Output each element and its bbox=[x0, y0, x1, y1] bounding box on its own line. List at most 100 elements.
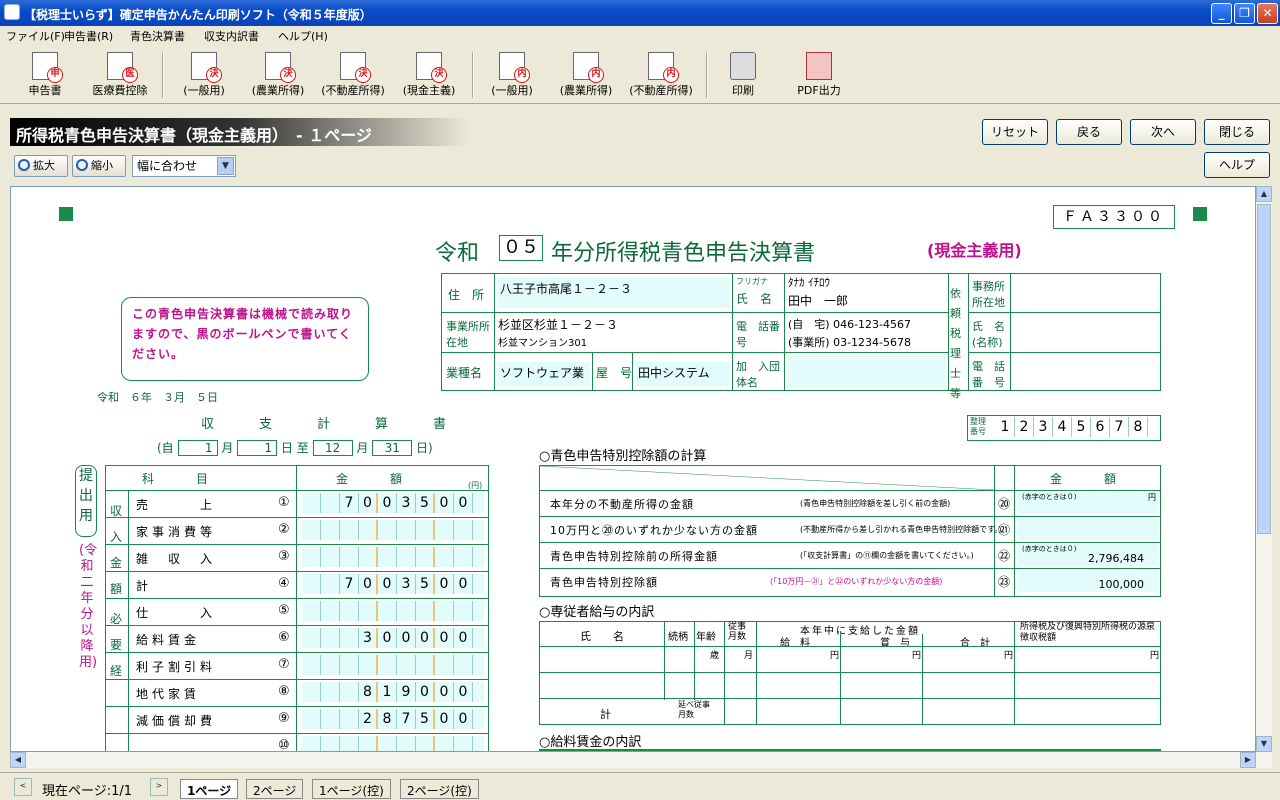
prev-page-button[interactable]: < bbox=[14, 778, 32, 796]
toolbar-separator bbox=[706, 52, 708, 98]
close-button[interactable]: 閉じる bbox=[1204, 119, 1270, 145]
income-amount-field[interactable]: 819000 bbox=[302, 682, 484, 702]
diagonal-line bbox=[540, 466, 994, 490]
menu-shushi[interactable]: 収支内訳書 bbox=[204, 28, 259, 44]
income-row-number: ② bbox=[278, 522, 290, 537]
addr-label: 住 所 bbox=[448, 288, 485, 302]
blue-row-label: 本年分の不動産所得の金額 bbox=[550, 498, 694, 511]
income-row-number: ⑥ bbox=[278, 630, 290, 645]
menu-file[interactable]: ファイル(F) bbox=[6, 28, 65, 44]
blue-row-note: (「収支計算書」の⑪欄の金額を書いてください。) bbox=[800, 551, 974, 560]
title-prefix: 令和 bbox=[435, 241, 480, 266]
income-amount-field[interactable]: 7003500 bbox=[302, 574, 484, 594]
tel-home-field[interactable]: (自 宅) 046-123-4567 bbox=[788, 316, 911, 332]
form-code: ＦＡ３３００ bbox=[1053, 205, 1175, 229]
zoom-out-icon bbox=[76, 159, 88, 171]
toolbar-button-kessan-fudousan[interactable]: 決 (不動産所得) bbox=[316, 48, 390, 102]
shop-name-field[interactable]: 田中システム bbox=[636, 362, 730, 386]
business-type-field[interactable]: ソフトウェア業 bbox=[498, 362, 590, 386]
scroll-up-icon[interactable]: ▲ bbox=[1256, 186, 1272, 202]
address-field[interactable]: 八王子市高尾１－２－３ bbox=[498, 278, 730, 308]
kessan-genkin-icon: 決 bbox=[416, 52, 447, 83]
form-title: 年分所得税青色申告決算書 bbox=[551, 241, 816, 266]
toolbar-button-uchiwake-fudousan[interactable]: 内 (不動産所得) bbox=[624, 48, 698, 102]
seiri-digit: 4 bbox=[1053, 417, 1072, 437]
office-address-field[interactable]: 杉並区杉並１－２－３ bbox=[498, 316, 618, 333]
tab-page1-copy[interactable]: 1ページ(控) bbox=[312, 779, 391, 799]
uchiwake-fudousan-icon: 内 bbox=[648, 52, 679, 83]
menu-bar: ファイル(F) 申告書(R) 青色決算書 収支内訳書 ヘルプ(H) bbox=[0, 26, 1280, 44]
vertical-scrollbar[interactable]: ▲ ▼ bbox=[1256, 186, 1272, 752]
tab-page1[interactable]: 1ページ bbox=[180, 779, 239, 799]
blue-row-label: 青色申告特別控除額 bbox=[550, 576, 658, 589]
toolbar-button-shinkoku[interactable]: 申申告書 bbox=[20, 48, 70, 102]
zoom-in-button[interactable]: 拡大 bbox=[14, 155, 68, 177]
menu-shinkoku[interactable]: 申告書(R) bbox=[64, 28, 113, 44]
menu-aoiro[interactable]: 青色決算書 bbox=[130, 28, 185, 44]
tel-office-field[interactable]: (事業所) 03-1234-5678 bbox=[788, 334, 911, 350]
minimize-button[interactable]: _ bbox=[1211, 3, 1232, 24]
next-page-button[interactable]: > bbox=[150, 778, 168, 796]
reset-button[interactable]: リセット bbox=[982, 119, 1048, 145]
toolbar-button-kessan-ippan[interactable]: 決 (一般用) bbox=[176, 48, 232, 102]
income-amount-field[interactable]: 287500 bbox=[302, 709, 484, 729]
income-amount-field[interactable] bbox=[302, 655, 484, 675]
tab-page2[interactable]: 2ページ bbox=[246, 779, 304, 799]
tab-page2-copy[interactable]: 2ページ(控) bbox=[400, 779, 479, 799]
document-view: ＦＡ３３００ 令和 ０５ 年分所得税青色申告決算書 (現金主義用) この青色申告… bbox=[10, 186, 1256, 752]
toolbar-button-kessan-genkin[interactable]: 決 (現金主義) bbox=[396, 48, 462, 102]
scroll-down-icon[interactable]: ▼ bbox=[1256, 736, 1272, 752]
name-field[interactable]: 田中 一郎 bbox=[788, 292, 848, 309]
chevron-down-icon[interactable]: ▼ bbox=[217, 157, 234, 175]
close-window-button[interactable]: ✕ bbox=[1257, 3, 1278, 24]
toolbar-button-pdf[interactable]: PDF出力 bbox=[792, 48, 846, 102]
income-row-label: 地代家賃 bbox=[136, 687, 201, 701]
income-amount-field[interactable] bbox=[302, 520, 484, 540]
blue-hint: (赤字のときは０) bbox=[1022, 545, 1077, 553]
scroll-right-icon[interactable]: ▶ bbox=[1240, 752, 1256, 768]
blue-deduction-table: 金 額 本年分の不動産所得の金額 (青色申告特別控除額を差し引く前の金額) ⑳ (赤字… bbox=[539, 465, 1161, 597]
income-row-label: 仕 入 bbox=[136, 606, 217, 620]
blue-unit: 円 bbox=[1148, 493, 1156, 502]
back-button[interactable]: 戻る bbox=[1056, 119, 1122, 145]
scroll-thumb[interactable] bbox=[1257, 204, 1271, 534]
uchiwake-ippan-icon: 内 bbox=[499, 52, 530, 83]
scroll-left-icon[interactable]: ◀ bbox=[10, 752, 26, 768]
income-amount-field[interactable] bbox=[302, 547, 484, 567]
seiri-digit: 6 bbox=[1091, 417, 1110, 437]
income-row-number: ⑧ bbox=[278, 684, 290, 699]
income-row-label: 雑 収 入 bbox=[136, 552, 217, 566]
year-field[interactable]: ０５ bbox=[499, 235, 543, 261]
corner-mark bbox=[59, 207, 73, 221]
status-bar: < 現在ページ:1/1 > 1ページ 2ページ 1ページ(控) 2ページ(控) bbox=[0, 772, 1280, 800]
furigana-field[interactable]: ﾀﾅｶ ｲﾁﾛｳ bbox=[788, 274, 830, 290]
employee-table: 氏 名 続柄 年齢 従事月数 本年中に支給した金額 給 料 賞 与 合 計 所得… bbox=[539, 621, 1161, 725]
income-amount-field[interactable]: 7003500 bbox=[302, 493, 484, 513]
income-amount-field[interactable]: 300000 bbox=[302, 628, 484, 648]
association-field[interactable] bbox=[788, 356, 946, 388]
menu-help[interactable]: ヘルプ(H) bbox=[278, 28, 328, 44]
horizontal-scrollbar[interactable]: ◀ ▶ bbox=[10, 752, 1272, 768]
maximize-button[interactable]: ❐ bbox=[1234, 3, 1255, 24]
kessan-fudousan-icon: 決 bbox=[340, 52, 371, 83]
next-button[interactable]: 次へ bbox=[1130, 119, 1196, 145]
zoom-select[interactable]: 幅に合わせ ▼ bbox=[132, 155, 236, 177]
side-label: 提出用 bbox=[75, 465, 97, 537]
blue-amount-field[interactable]: 100,000 bbox=[1018, 570, 1158, 592]
income-amount-field[interactable] bbox=[302, 736, 484, 751]
title-bar: 【税理士いらず】確定申告かんたん印刷ソフト（令和５年度版） _ ❐ ✕ bbox=[0, 0, 1280, 26]
zoom-out-button[interactable]: 縮小 bbox=[72, 155, 126, 177]
taxpayer-info-box: 住 所 八王子市高尾１－２－３ フリガナ 氏 名 ﾀﾅｶ ｲﾁﾛｳ 田中 一郎 … bbox=[441, 273, 1161, 400]
blue-amount-field[interactable] bbox=[1018, 518, 1158, 540]
toolbar-button-iryouhi[interactable]: 医医療費控除 bbox=[88, 48, 152, 102]
office-building-field[interactable]: 杉並マンション301 bbox=[498, 334, 587, 349]
seiri-digit: 2 bbox=[1015, 417, 1034, 437]
toolbar-button-uchiwake-ippan[interactable]: 内 (一般用) bbox=[484, 48, 540, 102]
pdf-icon bbox=[806, 52, 832, 80]
toolbar-button-print[interactable]: 印刷 bbox=[720, 48, 766, 102]
income-amount-field[interactable] bbox=[302, 601, 484, 621]
toolbar-separator bbox=[472, 52, 474, 98]
toolbar-button-uchiwake-nougyou[interactable]: 内 (農業所得) bbox=[554, 48, 618, 102]
help-button[interactable]: ヘルプ bbox=[1204, 152, 1270, 178]
toolbar-button-kessan-nougyou[interactable]: 決 (農業所得) bbox=[246, 48, 310, 102]
